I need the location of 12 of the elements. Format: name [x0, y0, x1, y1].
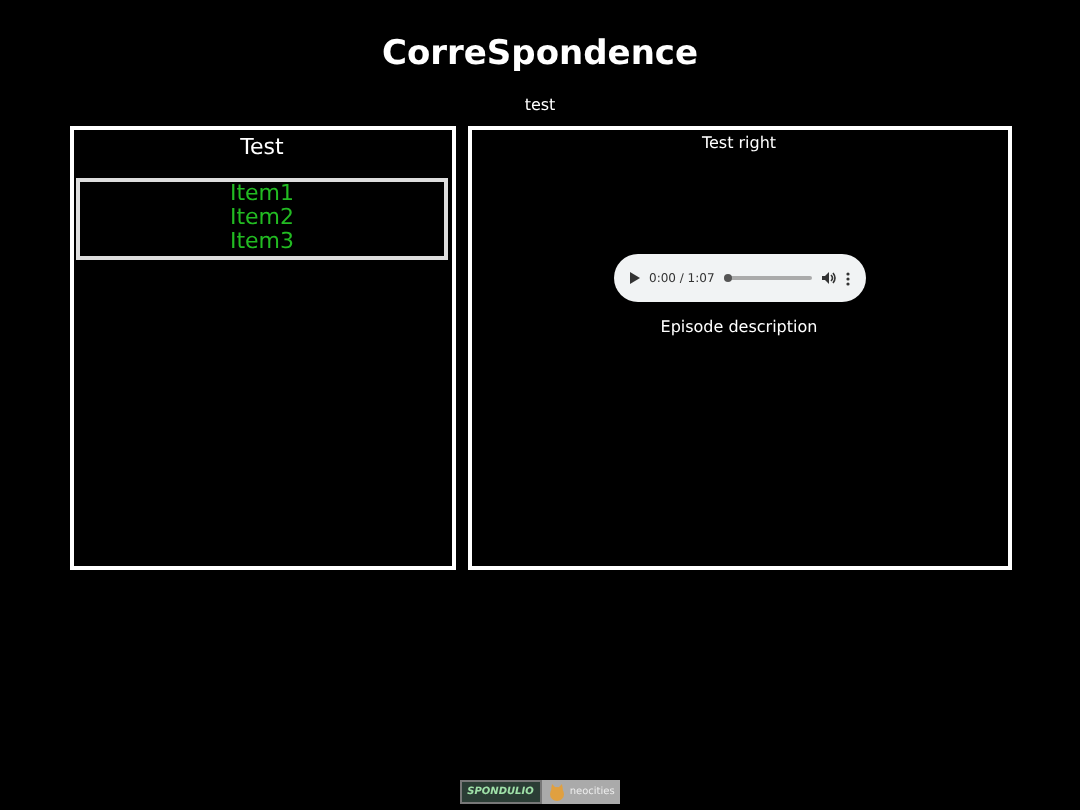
site-title: CorreSpondence [381, 32, 699, 76]
volume-icon[interactable] [821, 272, 835, 284]
list-item[interactable]: Item1 [229, 182, 295, 206]
panel-title: Test right [701, 134, 777, 154]
progress-thumb[interactable] [724, 274, 733, 282]
play-icon[interactable] [629, 272, 639, 284]
subtitle: test [524, 96, 556, 116]
cat-icon [547, 783, 566, 801]
list-item[interactable]: Item2 [229, 206, 295, 230]
list-item[interactable]: Item3 [229, 230, 295, 254]
episode-description: Episode description [660, 318, 818, 338]
panel-title: Test [240, 134, 284, 162]
